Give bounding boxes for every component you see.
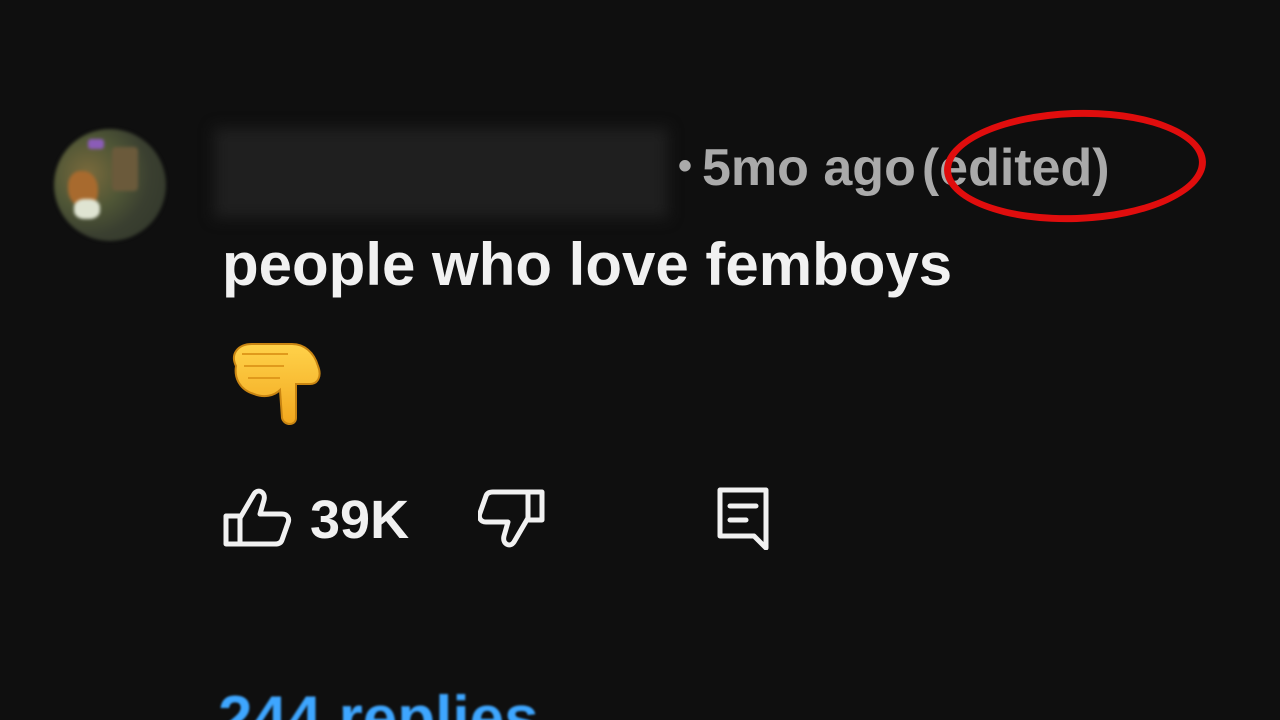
- comment-thread: • 5mo ago (edited) people who love femboys…: [0, 0, 1280, 720]
- view-replies-link[interactable]: 244 replies: [218, 684, 539, 720]
- comment-timestamp[interactable]: 5mo ago: [702, 139, 916, 197]
- like-button[interactable]: [222, 486, 292, 550]
- meta-separator: •: [678, 144, 693, 188]
- username-blurred[interactable]: [214, 128, 668, 218]
- backhand-index-pointing-down-icon: [233, 343, 321, 425]
- avatar[interactable]: [54, 129, 166, 241]
- thumbs-up-icon: [223, 488, 292, 547]
- reply-button[interactable]: [714, 486, 774, 551]
- comment-text: people who love femboys: [222, 231, 953, 298]
- avatar-detail: [112, 147, 138, 191]
- thumbs-down-icon: [476, 489, 545, 548]
- like-count: 39K: [310, 490, 410, 550]
- avatar-detail: [88, 139, 104, 149]
- avatar-detail: [74, 199, 100, 219]
- dislike-button[interactable]: [476, 486, 548, 550]
- reply-comment-icon: [717, 487, 769, 551]
- edited-highlight-circle: [942, 105, 1208, 227]
